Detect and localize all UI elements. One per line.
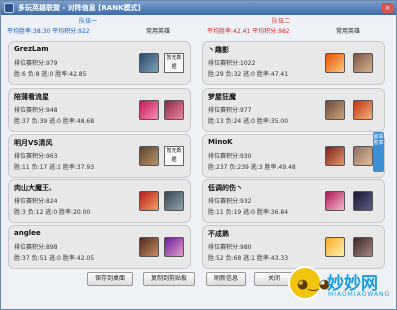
window-title: 多玩英雄联盟 - 对阵信息 [RANK模式]: [18, 4, 141, 12]
hero-portrait-icon: [325, 146, 345, 166]
hero-portrait-icon: [139, 53, 159, 73]
player-score: 排位赛积分:932: [208, 198, 252, 205]
hero-portrait-icon: [325, 237, 345, 257]
hero-portrait-icon: [325, 100, 345, 120]
match-window: 多玩英雄联盟 - 对阵信息 [RANK模式] × 队伍一 平均胜率:38.30 …: [0, 0, 397, 310]
team1-stats: 平均胜率:38.30 平均积分:922: [7, 28, 90, 35]
player-card-right-1[interactable]: 丶趣影 排位赛积分:1022 胜:29 负:32 逃:0 胜率:47.41: [202, 41, 385, 85]
player-name: 陪蒲看流星: [14, 93, 49, 101]
hero-portrait-icon: [325, 53, 345, 73]
titlebar: 多玩英雄联盟 - 对阵信息 [RANK模式] ×: [1, 1, 396, 15]
player-name: 肉山大魔王、: [14, 184, 56, 192]
player-record: 胜:29 负:32 逃:0 胜率:47.41: [208, 71, 289, 78]
player-score: 排位赛积分:980: [208, 244, 252, 251]
team1-name: 队伍一: [79, 18, 98, 25]
player-card-right-3[interactable]: MinoK 排位赛积分:930 胜:237 负:239 逃:3 胜率:49.48: [202, 134, 385, 178]
player-record: 胜:11 负:17 逃:1 胜率:37.93: [14, 164, 95, 171]
player-record: 胜:6 负:8 逃:0 胜率:42.85: [14, 71, 87, 78]
no-data-badge: 暂无数据: [164, 53, 184, 73]
player-score: 排位赛积分:824: [14, 198, 58, 205]
player-record: 胜:37 负:39 逃:0 胜率:48.68: [14, 118, 95, 125]
player-record: 胜:3 负:12 逃:0 胜率:20.00: [14, 209, 91, 216]
player-card-left-2[interactable]: 陪蒲看流星 排位赛积分:948 胜:37 负:39 逃:0 胜率:48.68: [8, 88, 191, 132]
player-name: 梦屋狂魔: [208, 93, 236, 101]
player-score: 排位赛积分:979: [14, 60, 58, 67]
hero-portrait-icon: [353, 146, 373, 166]
player-score: 排位赛积分:948: [14, 107, 58, 114]
player-score: 排位赛积分:963: [14, 153, 58, 160]
player-score: 排位赛积分:898: [14, 244, 58, 251]
team2-stats: 平均胜率:42.41 平均积分:982: [207, 28, 290, 35]
hero-portrait-icon: [164, 100, 184, 120]
player-record: 胜:37 负:51 逃:0 胜率:42.05: [14, 255, 95, 262]
hero-portrait-icon: [353, 191, 373, 211]
player-name: anglee: [14, 229, 41, 237]
player-name: 明月VS清风: [14, 139, 53, 147]
player-card-left-4[interactable]: 肉山大魔王、 排位赛积分:824 胜:3 负:12 逃:0 胜率:20.00: [8, 179, 191, 223]
team2-name: 队伍二: [272, 18, 291, 25]
team1-common-heroes-label: 常用英雄: [146, 28, 171, 35]
player-card-right-4[interactable]: 低调的伤丶 排位赛积分:932 胜:11 负:19 逃:0 胜率:36.84: [202, 179, 385, 223]
hero-portrait-icon: [353, 53, 373, 73]
player-record: 胜:13 负:24 逃:0 胜率:35.00: [208, 118, 289, 125]
copy-to-clipboard-button[interactable]: 复制到剪贴板: [143, 272, 195, 286]
refresh-button[interactable]: 刷新信息: [206, 272, 246, 286]
hero-portrait-icon: [353, 100, 373, 120]
player-name: MinoK: [208, 138, 233, 146]
no-data-badge: 暂无数据: [164, 146, 184, 166]
hero-portrait-icon: [139, 237, 159, 257]
player-name: 不成熟: [208, 230, 229, 238]
player-card-left-1[interactable]: GrezLam 排位赛积分:979 胜:6 负:8 逃:0 胜率:42.85 暂…: [8, 41, 191, 85]
app-icon: [4, 3, 14, 13]
player-record: 胜:11 负:19 逃:0 胜率:36.84: [208, 209, 289, 216]
watermark-face-icon: ◕‿◕: [297, 277, 331, 292]
player-card-right-2[interactable]: 梦屋狂魔 排位赛积分:977 胜:13 负:24 逃:0 胜率:35.00: [202, 88, 385, 132]
player-record: 胜:52 负:68 逃:1 胜率:43.33: [208, 255, 289, 262]
highest-winrate-tag: 最高胜率: [373, 132, 384, 172]
player-score: 排位赛积分:977: [208, 107, 252, 114]
hero-portrait-icon: [325, 191, 345, 211]
save-to-desktop-button[interactable]: 保存到桌面: [87, 272, 133, 286]
close-icon[interactable]: ×: [382, 3, 393, 13]
team2-common-heroes-label: 常用英雄: [336, 28, 361, 35]
player-record: 胜:237 负:239 逃:3 胜率:49.48: [208, 164, 296, 171]
hero-portrait-icon: [164, 237, 184, 257]
player-score: 排位赛积分:1022: [208, 60, 256, 67]
player-card-left-3[interactable]: 明月VS清风 排位赛积分:963 胜:11 负:17 逃:1 胜率:37.93 …: [8, 134, 191, 178]
player-card-right-5[interactable]: 不成熟 排位赛积分:980 胜:52 负:68 逃:1 胜率:43.33: [202, 225, 385, 269]
hero-portrait-icon: [139, 100, 159, 120]
player-card-left-5[interactable]: anglee 排位赛积分:898 胜:37 负:51 逃:0 胜率:42.05: [8, 225, 191, 269]
hero-portrait-icon: [164, 191, 184, 211]
player-name: 低调的伤丶: [208, 184, 243, 192]
player-score: 排位赛积分:930: [208, 153, 252, 160]
hero-portrait-icon: [139, 146, 159, 166]
hero-portrait-icon: [139, 191, 159, 211]
player-name: 丶趣影: [208, 46, 229, 54]
player-name: GrezLam: [14, 45, 49, 53]
watermark-subtext: MIAOMIAOWANG: [328, 291, 391, 298]
hero-portrait-icon: [353, 237, 373, 257]
